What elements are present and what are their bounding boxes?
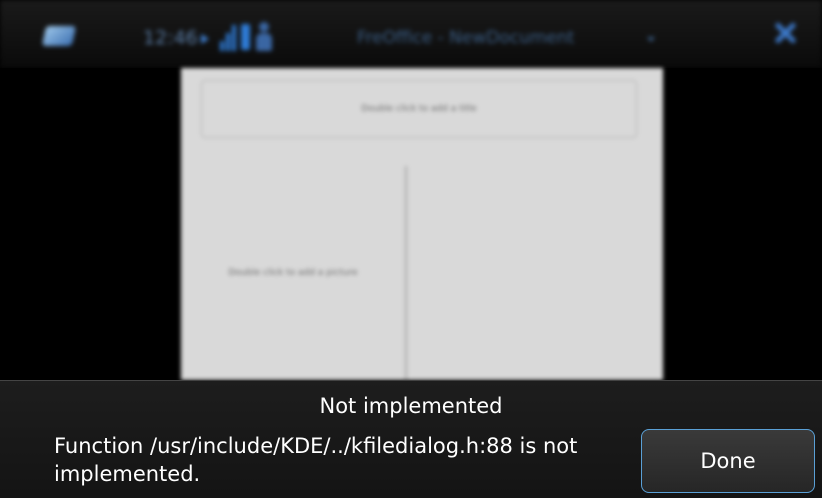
- title-placeholder-text: Double click to add a title: [361, 104, 477, 114]
- close-icon[interactable]: [772, 20, 798, 46]
- slide-page: Double click to add a title Double click…: [181, 68, 663, 380]
- menu-arrow-icon[interactable]: [647, 37, 655, 42]
- clock: 12:46: [143, 27, 198, 49]
- signal-icon: [220, 25, 236, 51]
- banner-message: Function /usr/include/KDE/../kfiledialog…: [54, 434, 578, 486]
- done-button-label: Done: [700, 449, 756, 473]
- picture-placeholder-text: Double click to add a picture: [228, 268, 358, 278]
- done-button[interactable]: Done: [641, 429, 815, 493]
- battery-icon: [241, 24, 250, 50]
- banner-title: Not implemented: [319, 394, 503, 418]
- status-bar: 12:46 FreOffice - NewDocument: [0, 0, 822, 68]
- window-title[interactable]: FreOffice - NewDocument: [357, 28, 574, 48]
- title-placeholder[interactable]: Double click to add a title: [201, 80, 637, 138]
- play-icon: [201, 34, 209, 44]
- picture-placeholder[interactable]: Double click to add a picture: [181, 166, 405, 380]
- user-icon: [256, 22, 272, 52]
- app-switcher-icon[interactable]: [41, 26, 77, 46]
- divider: [405, 166, 407, 380]
- document-canvas: Double click to add a title Double click…: [0, 68, 822, 380]
